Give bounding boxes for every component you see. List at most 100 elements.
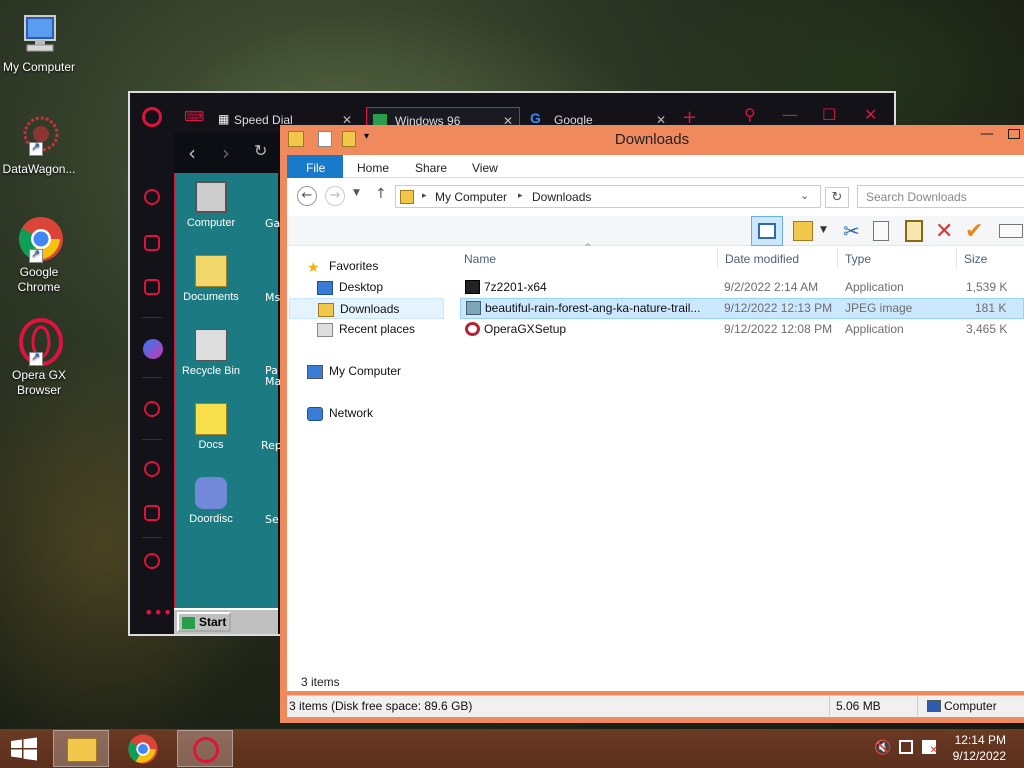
w96-icon-label: Documents [183, 291, 239, 303]
w96-taskbar: Start [174, 608, 278, 634]
file-row[interactable]: 7z2201-x64 9/2/2022 2:14 AM Application … [460, 277, 1024, 298]
w96-icon-partial[interactable]: Rep [261, 439, 282, 452]
column-header-size[interactable]: Size [964, 252, 987, 266]
column-divider [717, 248, 718, 268]
start-button[interactable] [10, 737, 38, 761]
folder-options-icon[interactable] [793, 221, 813, 241]
address-bar[interactable]: ▸ My Computer ▸ Downloads ⌄ [395, 185, 821, 208]
minimize-button[interactable]: — [782, 105, 798, 124]
w96-doordisc[interactable]: Doordisc [171, 477, 251, 525]
desktop-icon-my-computer[interactable]: My Computer [0, 10, 78, 75]
gamepad-icon[interactable]: ⌨ [184, 109, 204, 125]
w96-icon-partial[interactable]: Pa Ma [265, 365, 281, 387]
taskbar-file-explorer[interactable] [53, 730, 109, 767]
computer-icon [927, 700, 941, 712]
w96-start-button[interactable]: Start [177, 612, 231, 632]
nav-desktop[interactable]: Desktop [317, 277, 383, 298]
column-header-name[interactable]: Name [464, 252, 496, 266]
history-icon[interactable] [144, 461, 160, 477]
file-type: Application [845, 322, 904, 336]
maximize-button[interactable]: ☐ [822, 105, 836, 124]
desktop-icon-datawagon[interactable]: DataWagon... [0, 112, 78, 177]
nav-favorites[interactable]: ★ Favorites [307, 256, 378, 277]
breadcrumb-my-computer[interactable]: My Computer [435, 190, 507, 204]
speedometer-icon[interactable] [144, 189, 160, 205]
gx-control-icon[interactable] [144, 235, 160, 251]
tab-view[interactable]: View [458, 155, 512, 178]
w96-icon-label: Recycle Bin [181, 365, 241, 377]
network-icon[interactable] [899, 740, 913, 754]
volume-muted-icon[interactable]: 🔇 [874, 740, 891, 756]
action-center-icon[interactable]: ✕ [922, 740, 938, 756]
tab-share[interactable]: Share [401, 155, 461, 178]
nav-network[interactable]: Network [307, 403, 373, 424]
maximize-button[interactable] [1008, 129, 1020, 139]
navigation-pane: ★ Favorites Desktop Downloads Recent plac… [287, 246, 452, 691]
more-icon[interactable]: ••• [144, 603, 172, 622]
back-button[interactable]: ← [297, 186, 317, 206]
breadcrumb-downloads[interactable]: Downloads [532, 190, 591, 204]
twitch-icon[interactable] [144, 279, 160, 295]
delete-icon[interactable]: ✕ [935, 219, 959, 244]
w96-documents[interactable]: Documents [171, 255, 251, 303]
nav-my-computer[interactable]: My Computer [307, 361, 401, 382]
sort-arrow-icon: ^ [584, 243, 592, 253]
minimize-button[interactable]: — [980, 126, 994, 142]
search-input[interactable]: Search Downloads [857, 185, 1024, 208]
w96-docs[interactable]: Docs [171, 403, 251, 451]
properties-icon[interactable] [999, 224, 1023, 238]
desktop-icon-google-chrome[interactable]: Google Chrome [0, 215, 78, 295]
forward-button[interactable]: → [325, 186, 345, 206]
desktop-icon-opera-gx[interactable]: Opera GX Browser [0, 318, 78, 398]
w96-icon-partial[interactable]: Ms [265, 291, 280, 304]
preview-pane-icon[interactable] [751, 216, 783, 246]
file-row[interactable]: OperaGXSetup 9/12/2022 12:08 PM Applicat… [460, 319, 1024, 340]
cut-icon[interactable]: ✂ [843, 219, 867, 243]
column-header-type[interactable]: Type [845, 252, 871, 266]
file-explorer-window[interactable]: ▾ Downloads — File Home Share View ← → ▼… [280, 125, 1024, 723]
extensions-icon[interactable] [144, 505, 160, 521]
nav-recent-places[interactable]: Recent places [317, 319, 415, 340]
w96-icon-partial[interactable]: Ga [265, 217, 280, 230]
forward-icon[interactable]: › [222, 141, 230, 165]
copy-icon[interactable] [873, 221, 889, 241]
tab-file[interactable]: File [287, 155, 343, 178]
command-toolbar: ▼ ✂ ✕ ✔ [287, 216, 1024, 246]
nav-downloads[interactable]: Downloads [289, 298, 444, 319]
windows-96-desktop[interactable]: Computer Documents Recycle Bin Docs Door… [171, 173, 282, 634]
network-icon [307, 406, 323, 421]
nav-label: Desktop [339, 280, 384, 294]
w96-icon-partial[interactable]: Se [265, 513, 279, 526]
file-size: 1,539 K [966, 280, 1008, 294]
back-icon[interactable]: ‹ [188, 141, 196, 165]
w96-recycle-bin[interactable]: Recycle Bin [171, 329, 251, 377]
address-dropdown-icon[interactable]: ⌄ [800, 189, 809, 202]
recent-locations-icon[interactable]: ▼ [353, 188, 360, 198]
w96-icon-label: Computer [186, 217, 236, 229]
up-button[interactable]: ↑ [375, 186, 387, 202]
computer-icon [15, 10, 63, 58]
search-icon[interactable]: ⚲ [744, 105, 756, 124]
tab-home[interactable]: Home [343, 155, 403, 178]
close-button[interactable]: ✕ [864, 105, 877, 124]
paste-icon[interactable] [905, 220, 923, 242]
opera-gx-icon [193, 737, 219, 763]
nav-label: Downloads [340, 302, 400, 316]
folder-options-dropdown-icon[interactable]: ▼ [820, 225, 827, 235]
rename-icon[interactable]: ✔ [965, 219, 989, 244]
column-header-date[interactable]: Date modified [725, 252, 799, 266]
messenger-icon[interactable] [143, 339, 163, 359]
player-icon[interactable] [144, 401, 160, 417]
desktop-icon-label: Opera GX Browser [11, 368, 67, 397]
taskbar-opera-gx[interactable] [177, 730, 233, 767]
opera-logo-icon[interactable] [142, 107, 162, 127]
settings-icon[interactable] [144, 553, 160, 569]
7zip-icon [465, 280, 480, 294]
refresh-icon[interactable]: ↻ [825, 187, 849, 208]
reload-icon[interactable]: ↻ [254, 141, 267, 160]
system-clock[interactable]: 12:14 PM 9/12/2022 [953, 732, 1006, 764]
w96-computer[interactable]: Computer [171, 181, 251, 229]
file-row-selected[interactable]: beautiful-rain-forest-ang-ka-nature-trai… [460, 298, 1024, 319]
downloads-folder-icon [318, 302, 334, 317]
taskbar-chrome[interactable] [115, 730, 171, 767]
